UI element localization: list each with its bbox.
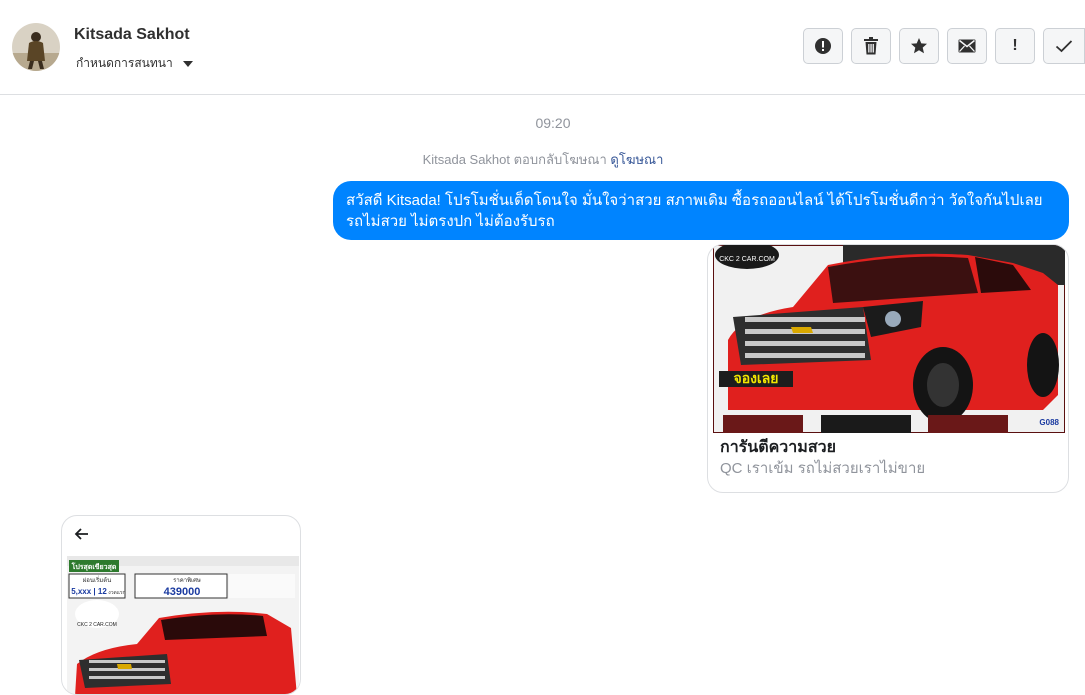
ad-card[interactable]: CKC 2 CAR.COM จองเลย G088 การันตีความสวย… (707, 244, 1069, 493)
message-line-1: สวัสดี Kitsada! โปรโมชั่นเด็ดโดนใจ มั่นใ… (346, 192, 1043, 209)
follow-up-button[interactable]: ! (995, 28, 1035, 64)
reserve-badge: จองเลย (733, 370, 778, 386)
spam-button[interactable] (803, 28, 843, 64)
exclamation-icon: ! (1012, 37, 1018, 54)
code-text: G088 (1039, 418, 1059, 427)
caret-down-icon (182, 60, 193, 67)
message-line-2: รถไม่สวย ไม่ตรงปก ไม่ต้องรับรถ (346, 213, 555, 230)
trash-icon (864, 37, 878, 55)
envelope-icon (958, 39, 976, 53)
price-value: 439000 (164, 586, 201, 598)
check-icon (1055, 40, 1073, 53)
star-icon (911, 38, 927, 54)
price-label: ราคาพิเศษ (173, 577, 201, 584)
ad-preview-card: โปรสุดเขียวสุด ผ่อนเริ่มต้น 5,xxx | 12 ง… (61, 515, 301, 695)
ad-reply-text: Kitsada Sakhot ตอบกลับโฆษณา (422, 152, 607, 167)
mark-unread-button[interactable] (947, 28, 987, 64)
conversation-settings-label: กำหนดการสนทนา (76, 56, 173, 70)
avatar[interactable] (12, 23, 60, 71)
header-actions: ! (803, 28, 1085, 64)
conversation-settings-dropdown[interactable]: กำหนดการสนทนา (76, 54, 193, 73)
card-subtitle: QC เราเข้ม รถไม่สวยเราไม่ขาย (720, 460, 926, 477)
done-button[interactable] (1043, 28, 1085, 64)
down-label: ผ่อนเริ่มต้น (83, 576, 111, 584)
timestamp: 09:20 (535, 115, 571, 131)
down-unit: งวดแรก (108, 590, 125, 596)
promo-title: โปรสุดเขียวสุด (71, 562, 117, 571)
message-bubble[interactable]: สวัสดี Kitsada! โปรโมชั่นเด็ดโดนใจ มั่นใ… (333, 181, 1069, 240)
contact-name[interactable]: Kitsada Sakhot (74, 26, 190, 44)
logo-text: CKC 2 CAR.COM (719, 256, 775, 263)
alert-circle-icon (815, 38, 831, 54)
delete-button[interactable] (851, 28, 891, 64)
logo-text-2: CKC 2 CAR.COM (77, 622, 117, 628)
promo-image: โปรสุดเขียวสุด ผ่อนเริ่มต้น 5,xxx | 12 ง… (67, 556, 299, 694)
back-arrow-icon[interactable] (72, 524, 92, 544)
conversation-header: Kitsada Sakhot กำหนดการสนทนา ! (0, 0, 1085, 95)
view-ad-link[interactable]: ดูโฆษณา (610, 152, 663, 167)
down-value: 5,xxx | 12 (71, 587, 107, 596)
star-button[interactable] (899, 28, 939, 64)
ad-reply-note: Kitsada Sakhot ตอบกลับโฆษณา ดูโฆษณา (0, 149, 1085, 170)
car-image: CKC 2 CAR.COM จองเลย G088 (713, 245, 1065, 433)
